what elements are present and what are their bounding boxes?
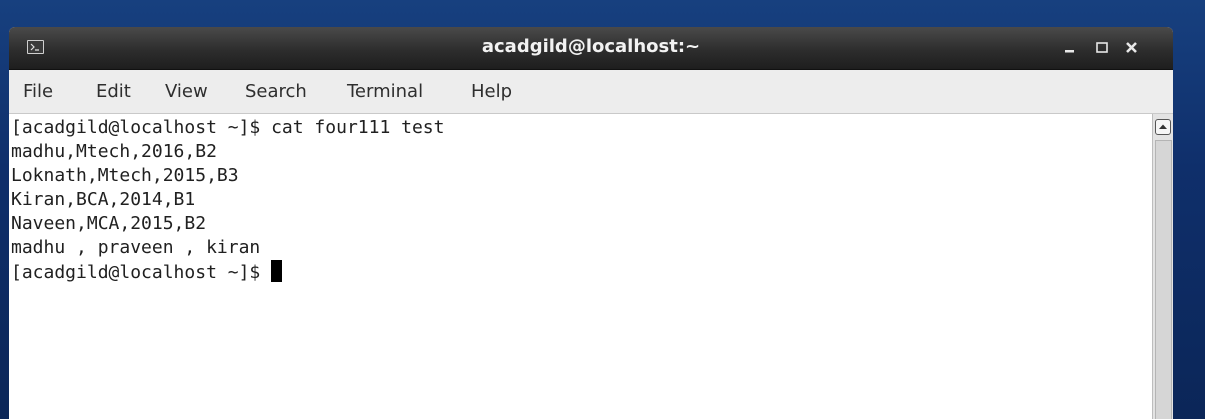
terminal-line: Loknath,Mtech,2015,B3 [11, 165, 239, 186]
close-button[interactable] [1123, 38, 1141, 56]
terminal-line: Kiran,BCA,2014,B1 [11, 189, 196, 210]
terminal-line: madhu,Mtech,2016,B2 [11, 141, 217, 162]
menu-search[interactable]: Search [245, 70, 307, 113]
menu-view[interactable]: View [165, 70, 208, 113]
chevron-up-icon [1159, 124, 1167, 129]
maximize-icon [1096, 42, 1108, 53]
terminal-line: Naveen,MCA,2015,B2 [11, 213, 207, 234]
scroll-up-button[interactable] [1155, 119, 1171, 135]
terminal-line: madhu , praveen , kiran [11, 237, 261, 258]
title-bar[interactable]: acadgild@localhost:~ [9, 27, 1173, 70]
menu-help[interactable]: Help [471, 70, 512, 113]
desktop-background: acadgild@localhost:~ File Edit View Sear… [0, 0, 1205, 419]
menu-bar: File Edit View Search Terminal Help [9, 70, 1173, 114]
minimize-icon [1065, 50, 1074, 53]
maximize-button[interactable] [1093, 38, 1111, 56]
menu-file[interactable]: File [23, 70, 53, 113]
terminal-window: acadgild@localhost:~ File Edit View Sear… [9, 27, 1173, 419]
shell-prompt: [acadgild@localhost ~]$ [11, 262, 272, 283]
terminal-prompt-line: [acadgild@localhost ~]$ [11, 260, 283, 284]
window-title: acadgild@localhost:~ [481, 36, 701, 57]
scrollbar-thumb[interactable] [1155, 140, 1172, 419]
terminal-line-command: [acadgild@localhost ~]$ cat four111 test [11, 117, 445, 138]
minimize-button[interactable] [1061, 38, 1079, 56]
terminal-output[interactable]: [acadgild@localhost ~]$ cat four111 test… [9, 114, 1152, 419]
menu-edit[interactable]: Edit [96, 70, 131, 113]
vertical-scrollbar[interactable] [1152, 114, 1173, 419]
menu-terminal[interactable]: Terminal [347, 70, 423, 113]
close-icon [1126, 42, 1137, 53]
text-cursor [271, 260, 283, 282]
